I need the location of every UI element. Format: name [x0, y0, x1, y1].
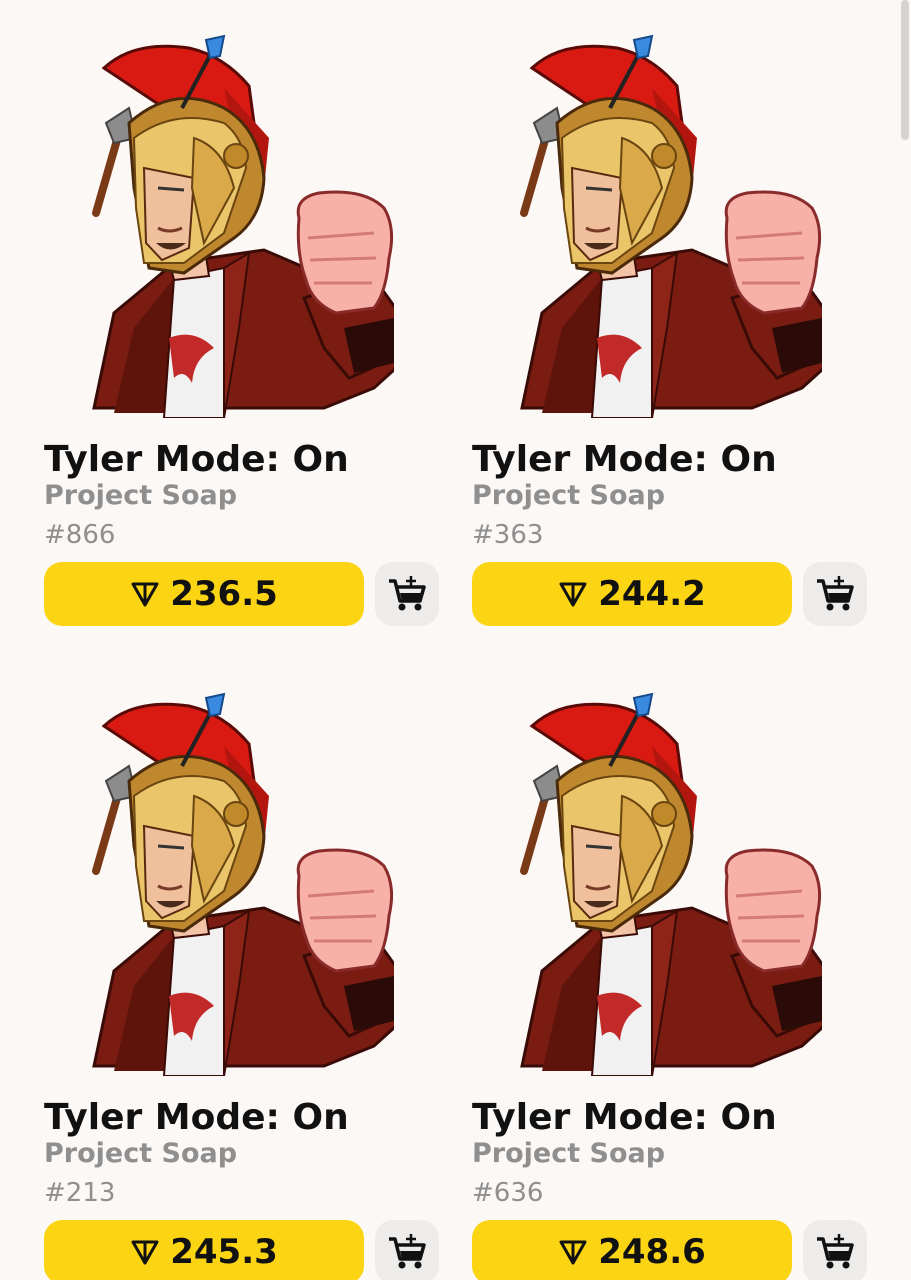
item-collection: Project Soap	[44, 1138, 238, 1169]
ton-diamond-icon	[131, 1240, 159, 1265]
nft-grid: Tyler Mode: On Project Soap #866 236.5 T…	[0, 0, 911, 1280]
ton-diamond-icon	[559, 582, 587, 607]
buy-price-button[interactable]: 248.6	[472, 1220, 792, 1280]
add-to-cart-button[interactable]	[803, 562, 867, 626]
price-value: 236.5	[170, 574, 278, 614]
ton-diamond-icon	[559, 1240, 587, 1265]
item-artwork[interactable]	[502, 28, 822, 418]
ton-diamond-icon	[131, 582, 159, 607]
price-value: 248.6	[598, 1232, 706, 1272]
item-number: #363	[472, 520, 544, 550]
item-number: #636	[472, 1178, 544, 1208]
item-artwork[interactable]	[502, 686, 822, 1076]
item-number: #866	[44, 520, 116, 550]
buy-price-button[interactable]: 244.2	[472, 562, 792, 626]
add-to-cart-icon	[817, 576, 854, 611]
buy-price-button[interactable]: 236.5	[44, 562, 364, 626]
scrollbar[interactable]	[901, 0, 909, 140]
add-to-cart-icon	[817, 1234, 854, 1269]
item-title: Tyler Mode: On	[472, 1097, 777, 1138]
add-to-cart-button[interactable]	[375, 1220, 439, 1280]
item-collection: Project Soap	[472, 480, 666, 511]
price-value: 245.3	[170, 1232, 278, 1272]
add-to-cart-icon	[389, 576, 426, 611]
item-collection: Project Soap	[472, 1138, 666, 1169]
buy-price-button[interactable]: 245.3	[44, 1220, 364, 1280]
item-title: Tyler Mode: On	[44, 439, 349, 480]
price-value: 244.2	[598, 574, 706, 614]
item-title: Tyler Mode: On	[472, 439, 777, 480]
add-to-cart-button[interactable]	[803, 1220, 867, 1280]
item-title: Tyler Mode: On	[44, 1097, 349, 1138]
item-number: #213	[44, 1178, 116, 1208]
item-artwork[interactable]	[74, 686, 394, 1076]
add-to-cart-button[interactable]	[375, 562, 439, 626]
add-to-cart-icon	[389, 1234, 426, 1269]
item-collection: Project Soap	[44, 480, 238, 511]
item-artwork[interactable]	[74, 28, 394, 418]
